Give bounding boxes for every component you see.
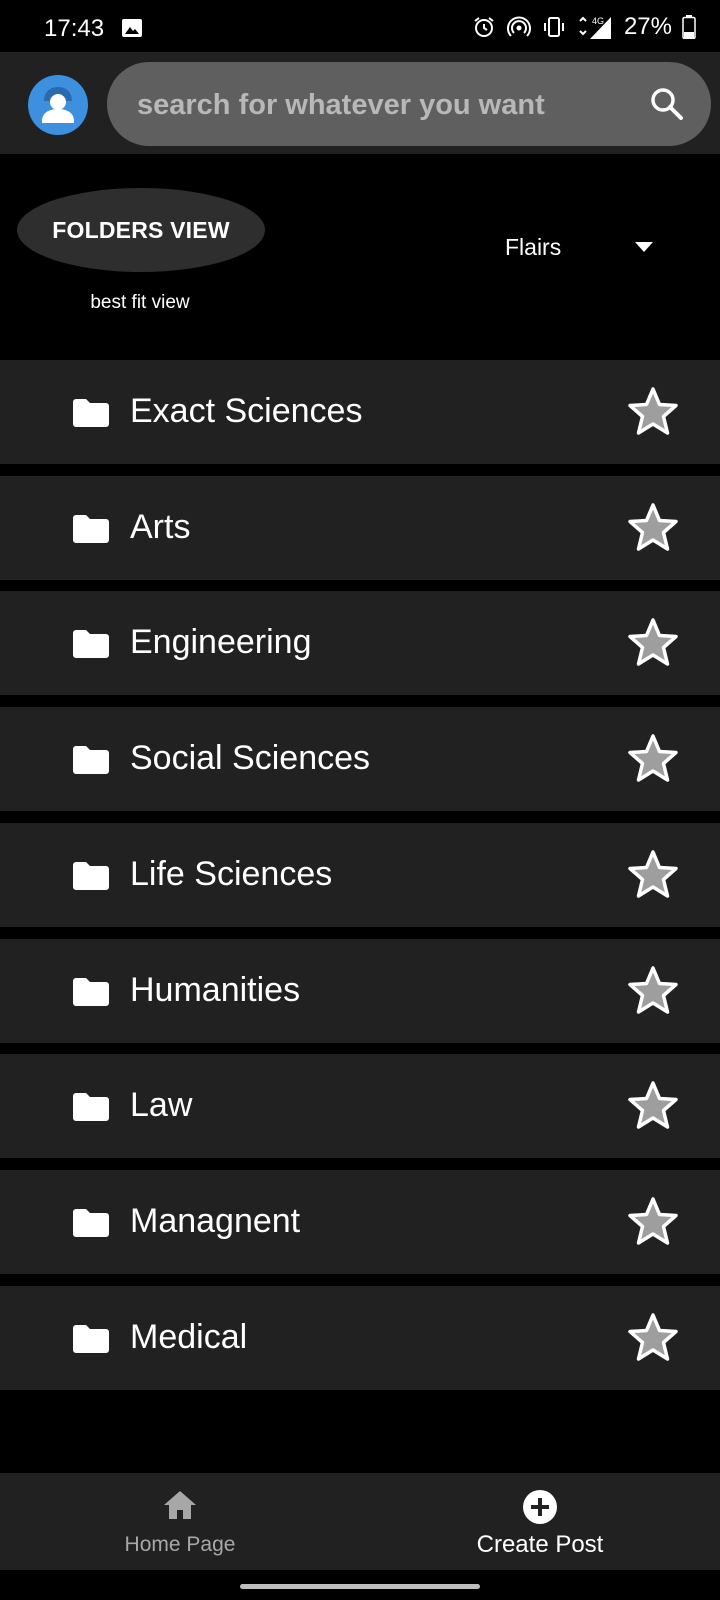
flairs-dropdown[interactable]: Flairs [505, 230, 655, 264]
battery-percent: 27% [623, 13, 672, 40]
nav-create-label: Create Post [476, 1531, 604, 1558]
app-bar [0, 52, 720, 154]
folder-row[interactable]: Engineering [0, 591, 720, 695]
image-notification-icon [122, 19, 142, 37]
folder-row[interactable]: Exact Sciences [0, 360, 720, 464]
add-circle-icon [523, 1490, 557, 1524]
view-subtitle: best fit view [90, 292, 190, 313]
folder-row[interactable]: Life Sciences [0, 823, 720, 927]
folder-icon [73, 1325, 109, 1353]
favorite-star-icon[interactable] [627, 965, 679, 1017]
avatar[interactable] [28, 75, 88, 135]
status-icons: 4G 27% [472, 13, 696, 41]
folder-row[interactable]: Medical [0, 1286, 720, 1390]
hotspot-icon [506, 16, 531, 37]
folder-icon [73, 978, 109, 1006]
folder-row[interactable]: Arts [0, 476, 720, 580]
nav-home-label: Home Page [124, 1533, 236, 1556]
favorite-star-icon[interactable] [627, 1080, 679, 1132]
folder-label: Social Sciences [130, 739, 371, 777]
favorite-star-icon[interactable] [627, 502, 679, 554]
status-time: 17:43 [44, 15, 105, 42]
favorite-star-icon[interactable] [627, 386, 679, 438]
folder-row[interactable]: Managnent [0, 1170, 720, 1274]
vibrate-icon [543, 17, 564, 37]
user-avatar-icon [42, 87, 74, 123]
folder-icon [73, 1209, 109, 1237]
battery-icon [682, 15, 696, 39]
folder-label: Exact Sciences [130, 392, 363, 430]
folder-row[interactable]: Humanities [0, 939, 720, 1043]
search-bar[interactable] [107, 62, 711, 148]
folders-view-button[interactable]: FOLDERS VIEW [17, 188, 265, 272]
svg-text:4G: 4G [592, 16, 604, 26]
folder-row[interactable]: Social Sciences [0, 707, 720, 811]
nav-create-post[interactable]: Create Post [360, 1473, 720, 1570]
folder-label: Humanities [130, 971, 301, 1009]
favorite-star-icon[interactable] [627, 733, 679, 785]
search-input[interactable] [135, 62, 619, 148]
folder-icon [73, 746, 109, 774]
home-icon [164, 1491, 196, 1519]
favorite-star-icon[interactable] [627, 1312, 679, 1364]
folder-icon [73, 1093, 109, 1121]
dropdown-arrow-icon [635, 242, 653, 252]
folder-label: Engineering [130, 623, 312, 661]
folder-icon [73, 515, 109, 543]
folder-row[interactable]: Law [0, 1054, 720, 1158]
gesture-bar [240, 1584, 480, 1589]
search-icon[interactable] [649, 86, 685, 122]
signal-4g-icon: 4G [579, 16, 611, 39]
folder-label: Life Sciences [130, 855, 333, 893]
folder-icon [73, 630, 109, 658]
folder-label: Arts [130, 508, 191, 546]
alarm-icon [474, 17, 494, 37]
folder-label: Managnent [130, 1202, 301, 1240]
bottom-nav: Home Page Create Post [0, 1473, 720, 1570]
folder-label: Medical [130, 1318, 248, 1356]
folder-label: Law [130, 1086, 193, 1124]
favorite-star-icon[interactable] [627, 617, 679, 669]
nav-home-page[interactable]: Home Page [0, 1473, 360, 1570]
folder-icon [73, 399, 109, 427]
folder-icon [73, 862, 109, 890]
status-bar: 17:43 4G 27% [0, 0, 720, 52]
favorite-star-icon[interactable] [627, 849, 679, 901]
flairs-label: Flairs [505, 233, 562, 260]
favorite-star-icon[interactable] [627, 1196, 679, 1248]
